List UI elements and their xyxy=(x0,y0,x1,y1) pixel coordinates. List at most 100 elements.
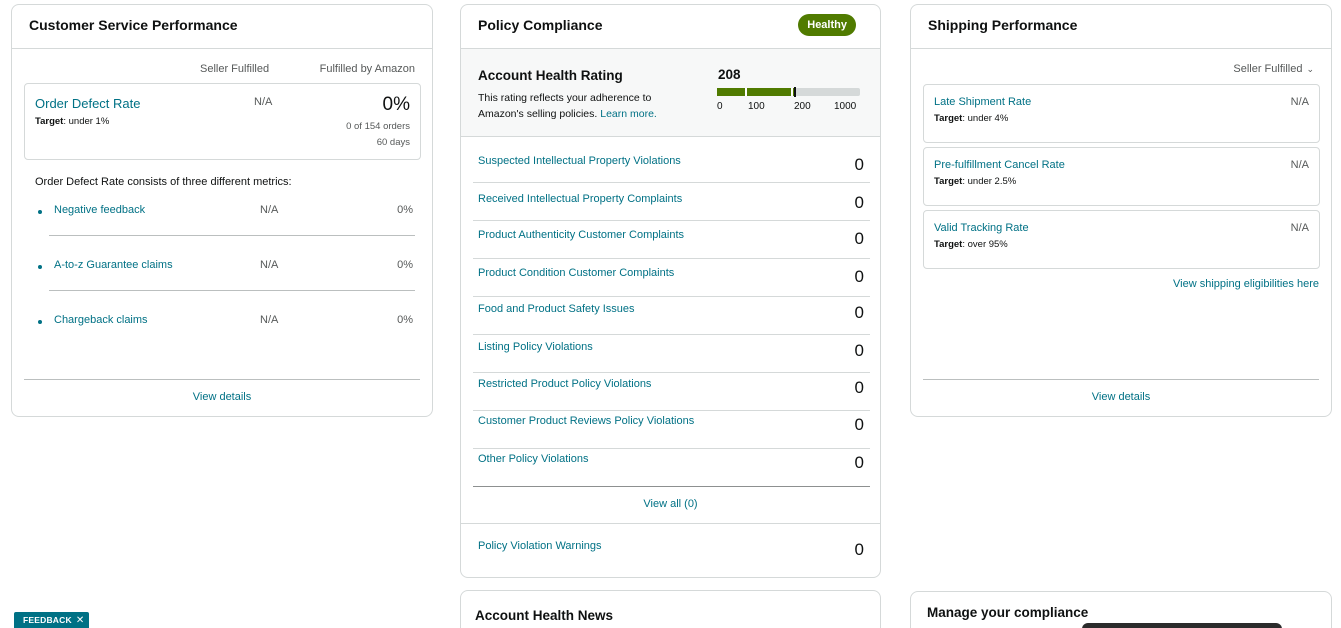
metric-amazon-value: 0% xyxy=(397,259,413,271)
shipping-metric-link[interactable]: Late Shipment Rate xyxy=(934,96,1031,108)
ahr-divider xyxy=(791,88,793,96)
ahr-scale: 0 100 200 1000 xyxy=(717,101,863,113)
violation-link[interactable]: Other Policy Violations xyxy=(478,453,588,465)
ahr-scale-label: 100 xyxy=(748,101,765,112)
violation-link[interactable]: Listing Policy Violations xyxy=(478,341,593,353)
violation-link[interactable]: Customer Product Reviews Policy Violatio… xyxy=(478,415,694,427)
violation-link[interactable]: Product Authenticity Customer Complaints xyxy=(478,229,684,241)
card-title: Account Health News xyxy=(475,608,614,623)
ahr-description: This rating reflects your adherence to A… xyxy=(478,92,657,120)
close-icon[interactable]: ✕ xyxy=(76,615,85,626)
fulfillment-filter-dropdown[interactable]: Seller Fulfilled ⌄ xyxy=(1233,63,1314,75)
warnings-link[interactable]: Policy Violation Warnings xyxy=(478,540,602,552)
card-header: Policy Compliance Healthy xyxy=(461,5,880,49)
divider xyxy=(49,235,415,236)
customer-service-card: Customer Service Performance Seller Fulf… xyxy=(11,4,433,417)
metric-seller-value: N/A xyxy=(260,204,279,216)
ahr-score: 208 xyxy=(718,67,741,82)
odr-orders: 0 of 154 orders xyxy=(346,121,410,132)
odr-amazon-value: 0% xyxy=(382,94,410,115)
violation-link[interactable]: Product Condition Customer Complaints xyxy=(478,267,674,279)
violation-link[interactable]: Restricted Product Policy Violations xyxy=(478,378,651,390)
violation-count: 0 xyxy=(854,341,864,360)
odr-description: Order Defect Rate consists of three diff… xyxy=(35,176,292,188)
column-header-amazon: Fulfilled by Amazon xyxy=(319,63,415,75)
violation-count: 0 xyxy=(854,303,864,322)
card-title: Manage your compliance xyxy=(927,605,1089,620)
shipping-performance-card: Shipping Performance Seller Fulfilled ⌄ L… xyxy=(910,4,1332,417)
learn-more-link[interactable]: Learn more. xyxy=(600,108,657,120)
violation-count: 0 xyxy=(854,267,864,286)
bullet-icon xyxy=(38,210,42,214)
metric-chargeback-claims: Chargeback claims N/A 0% xyxy=(38,314,418,334)
card-title: Shipping Performance xyxy=(928,17,1078,33)
account-health-rating: Account Health Rating This rating reflec… xyxy=(461,49,880,137)
shipping-metric-value: N/A xyxy=(1290,222,1309,234)
shipping-metric-value: N/A xyxy=(1290,96,1309,108)
shipping-metric-target: Target: over 95% xyxy=(934,239,1008,250)
card-header: Customer Service Performance xyxy=(12,5,432,49)
violation-link[interactable]: Food and Product Safety Issues xyxy=(478,303,635,315)
view-all-link[interactable]: View all (0) xyxy=(461,498,880,510)
violation-row: Customer Product Reviews Policy Violatio… xyxy=(473,411,870,449)
chevron-down-icon: ⌄ xyxy=(1306,64,1314,74)
ahr-scale-label: 200 xyxy=(794,101,811,112)
violation-link[interactable]: Suspected Intellectual Property Violatio… xyxy=(478,155,681,167)
violation-count: 0 xyxy=(854,155,864,174)
metric-seller-value: N/A xyxy=(260,259,279,271)
card-header: Shipping Performance xyxy=(911,5,1331,49)
violation-row: Other Policy Violations 0 xyxy=(473,449,870,487)
violation-count: 0 xyxy=(854,229,864,248)
divider xyxy=(923,379,1319,380)
warnings-row: Policy Violation Warnings 0 xyxy=(473,529,870,567)
violation-count: 0 xyxy=(854,378,864,397)
violation-count: 0 xyxy=(854,453,864,472)
metric-link[interactable]: Negative feedback xyxy=(54,204,145,216)
policy-compliance-card: Policy Compliance Healthy Account Health… xyxy=(460,4,881,578)
shipping-eligibility-link[interactable]: View shipping eligibilities here xyxy=(1173,278,1319,290)
bullet-icon xyxy=(38,320,42,324)
order-defect-rate-target: Target: under 1% xyxy=(35,116,110,127)
ahr-progress-bar xyxy=(717,87,860,97)
ahr-score-marker xyxy=(794,87,796,97)
shipping-metric-box: Pre-fulfillment Cancel Rate Target: unde… xyxy=(923,147,1320,206)
divider xyxy=(49,290,415,291)
violation-row: Received Intellectual Property Complaint… xyxy=(473,183,870,221)
divider xyxy=(24,379,420,380)
bullet-icon xyxy=(38,265,42,269)
shipping-metric-value: N/A xyxy=(1290,159,1309,171)
view-details-link[interactable]: View details xyxy=(911,391,1331,403)
shipping-metric-target: Target: under 4% xyxy=(934,113,1009,124)
floating-toolbar[interactable] xyxy=(1082,623,1282,628)
card-title: Customer Service Performance xyxy=(29,17,238,33)
ahr-title: Account Health Rating xyxy=(478,68,623,83)
divider xyxy=(461,523,880,524)
metric-link[interactable]: Chargeback claims xyxy=(54,314,148,326)
violation-count: 0 xyxy=(854,193,864,212)
metric-seller-value: N/A xyxy=(260,314,279,326)
violation-count: 0 xyxy=(854,415,864,434)
account-health-news-card: Account Health News xyxy=(460,590,881,628)
shipping-metric-box: Valid Tracking Rate Target: over 95% N/A xyxy=(923,210,1320,269)
metric-amazon-value: 0% xyxy=(397,204,413,216)
shipping-metric-target: Target: under 2.5% xyxy=(934,176,1017,187)
violation-row: Product Condition Customer Complaints 0 xyxy=(473,259,870,297)
column-header-seller: Seller Fulfilled xyxy=(200,63,270,75)
metric-negative-feedback: Negative feedback N/A 0% xyxy=(38,204,418,224)
shipping-metric-link[interactable]: Valid Tracking Rate xyxy=(934,222,1029,234)
violation-row: Listing Policy Violations 0 xyxy=(473,335,870,373)
violation-row: Food and Product Safety Issues 0 xyxy=(473,297,870,335)
feedback-label: FEEDBACK xyxy=(23,615,72,625)
order-defect-rate-link[interactable]: Order Defect Rate xyxy=(35,96,141,111)
metric-atoz-claims: A-to-z Guarantee claims N/A 0% xyxy=(38,259,418,279)
view-details-link[interactable]: View details xyxy=(12,391,432,403)
shipping-metric-box: Late Shipment Rate Target: under 4% N/A xyxy=(923,84,1320,143)
odr-seller-value: N/A xyxy=(254,96,273,108)
shipping-metric-link[interactable]: Pre-fulfillment Cancel Rate xyxy=(934,159,1065,171)
feedback-button[interactable]: FEEDBACK ✕ xyxy=(14,612,90,628)
violation-link[interactable]: Received Intellectual Property Complaint… xyxy=(478,193,682,205)
violation-row: Suspected Intellectual Property Violatio… xyxy=(473,145,870,183)
violation-row: Restricted Product Policy Violations 0 xyxy=(473,373,870,411)
metric-link[interactable]: A-to-z Guarantee claims xyxy=(54,259,173,271)
violation-row: Product Authenticity Customer Complaints… xyxy=(473,221,870,259)
